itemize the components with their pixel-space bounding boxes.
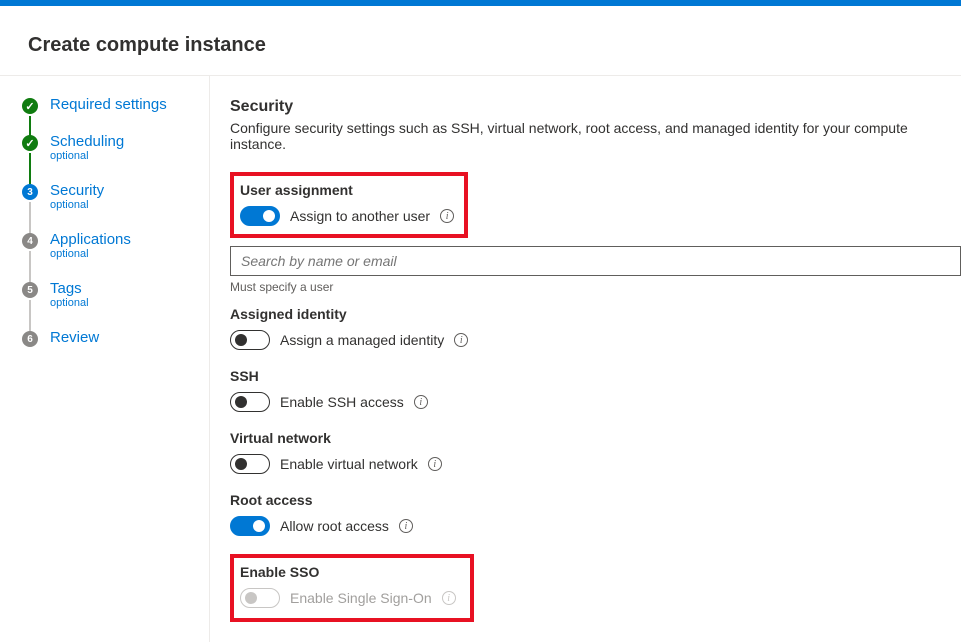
step-label: Required settings — [50, 96, 209, 113]
info-icon[interactable]: i — [440, 209, 454, 223]
step-label: Applications — [50, 231, 209, 248]
step-label: Review — [50, 329, 209, 346]
step-sublabel: optional — [50, 199, 209, 211]
toggle-sso-label: Enable Single Sign-On — [290, 590, 432, 606]
step-label: Tags — [50, 280, 209, 297]
step-security[interactable]: 3 Security optional — [22, 182, 209, 211]
toggle-managed-identity[interactable] — [230, 330, 270, 350]
step-scheduling[interactable]: Scheduling optional — [22, 133, 209, 162]
step-number-icon: 5 — [22, 282, 38, 298]
step-sublabel: optional — [50, 297, 209, 309]
step-number-icon: 3 — [22, 184, 38, 200]
user-assignment-title: User assignment — [240, 182, 454, 198]
step-required-settings[interactable]: Required settings — [22, 96, 209, 113]
info-icon[interactable]: i — [428, 457, 442, 471]
main-panel: Security Configure security settings suc… — [210, 76, 961, 642]
highlight-sso: Enable SSO Enable Single Sign-On i — [230, 554, 474, 622]
search-user-input[interactable] — [230, 246, 961, 276]
steps-sidebar: Required settings Scheduling optional 3 … — [0, 76, 210, 642]
highlight-user-assignment: User assignment Assign to another user i — [230, 172, 468, 238]
search-user-helper: Must specify a user — [230, 280, 961, 294]
step-number-icon: 6 — [22, 331, 38, 347]
toggle-vnet[interactable] — [230, 454, 270, 474]
step-label: Security — [50, 182, 209, 199]
toggle-root-label: Allow root access — [280, 518, 389, 534]
info-icon[interactable]: i — [414, 395, 428, 409]
info-icon[interactable]: i — [399, 519, 413, 533]
info-icon[interactable]: i — [442, 591, 456, 605]
step-sublabel: optional — [50, 248, 209, 260]
step-tags[interactable]: 5 Tags optional — [22, 280, 209, 309]
toggle-vnet-label: Enable virtual network — [280, 456, 418, 472]
vnet-title: Virtual network — [230, 430, 961, 446]
toggle-ssh[interactable] — [230, 392, 270, 412]
root-title: Root access — [230, 492, 961, 508]
page-title: Create compute instance — [0, 6, 961, 75]
toggle-assign-user[interactable] — [240, 206, 280, 226]
step-number-icon: 4 — [22, 233, 38, 249]
sso-title: Enable SSO — [240, 564, 456, 580]
toggle-ssh-label: Enable SSH access — [280, 394, 404, 410]
security-heading: Security — [230, 98, 961, 116]
step-sublabel: optional — [50, 150, 209, 162]
assigned-identity-title: Assigned identity — [230, 306, 961, 322]
toggle-managed-identity-label: Assign a managed identity — [280, 332, 444, 348]
check-icon — [22, 135, 38, 151]
toggle-sso — [240, 588, 280, 608]
step-review[interactable]: 6 Review — [22, 329, 209, 346]
toggle-assign-user-label: Assign to another user — [290, 208, 430, 224]
security-description: Configure security settings such as SSH,… — [230, 120, 961, 152]
step-label: Scheduling — [50, 133, 209, 150]
check-icon — [22, 98, 38, 114]
ssh-title: SSH — [230, 368, 961, 384]
toggle-root[interactable] — [230, 516, 270, 536]
info-icon[interactable]: i — [454, 333, 468, 347]
step-applications[interactable]: 4 Applications optional — [22, 231, 209, 260]
